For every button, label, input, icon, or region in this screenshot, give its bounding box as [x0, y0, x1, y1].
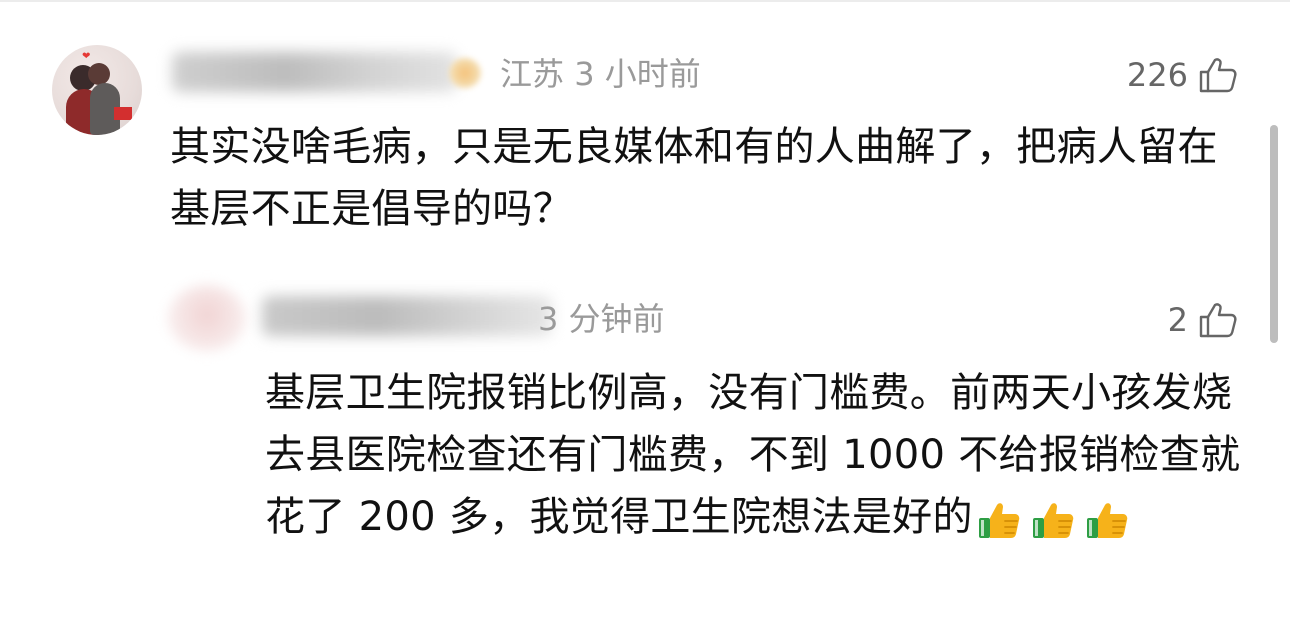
location-label: 江苏	[500, 55, 565, 93]
top-divider	[0, 0, 1290, 2]
thumbs-up-icon	[1032, 503, 1074, 538]
username-blurred[interactable]	[172, 52, 457, 92]
avatar-blurred[interactable]	[168, 285, 246, 351]
like-count: 226	[1126, 56, 1188, 94]
comment-meta: 江苏 3 小时前	[500, 58, 701, 90]
timestamp: 3 小时前	[574, 55, 701, 93]
username-blurred[interactable]	[262, 296, 552, 336]
like-count: 2	[1167, 301, 1188, 339]
emoji-row	[977, 496, 1131, 542]
avatar[interactable]: ❤	[52, 45, 142, 135]
thumbs-up-icon	[1086, 503, 1128, 538]
like-button[interactable]: 226	[1127, 57, 1238, 93]
user-badge-icon	[449, 58, 481, 88]
like-button[interactable]: 2	[1168, 302, 1238, 338]
comment-text: 基层卫生院报销比例高，没有门槛费。前两天小孩发烧去县医院检查还有门槛费，不到 1…	[265, 362, 1250, 548]
heart-icon: ❤	[82, 51, 91, 62]
flag-icon	[114, 107, 132, 120]
comment-meta: 3 分钟前	[538, 303, 665, 335]
scrollbar[interactable]	[1270, 125, 1278, 343]
thumbs-up-icon	[978, 503, 1020, 538]
avatar-figure	[88, 63, 110, 85]
comment-text: 其实没啥毛病，只是无良媒体和有的人曲解了，把病人留在基层不正是倡导的吗？	[170, 124, 1218, 232]
timestamp: 3 分钟前	[538, 300, 665, 338]
thumbs-up-outline-icon	[1199, 58, 1237, 93]
thumbs-up-outline-icon	[1199, 303, 1237, 338]
